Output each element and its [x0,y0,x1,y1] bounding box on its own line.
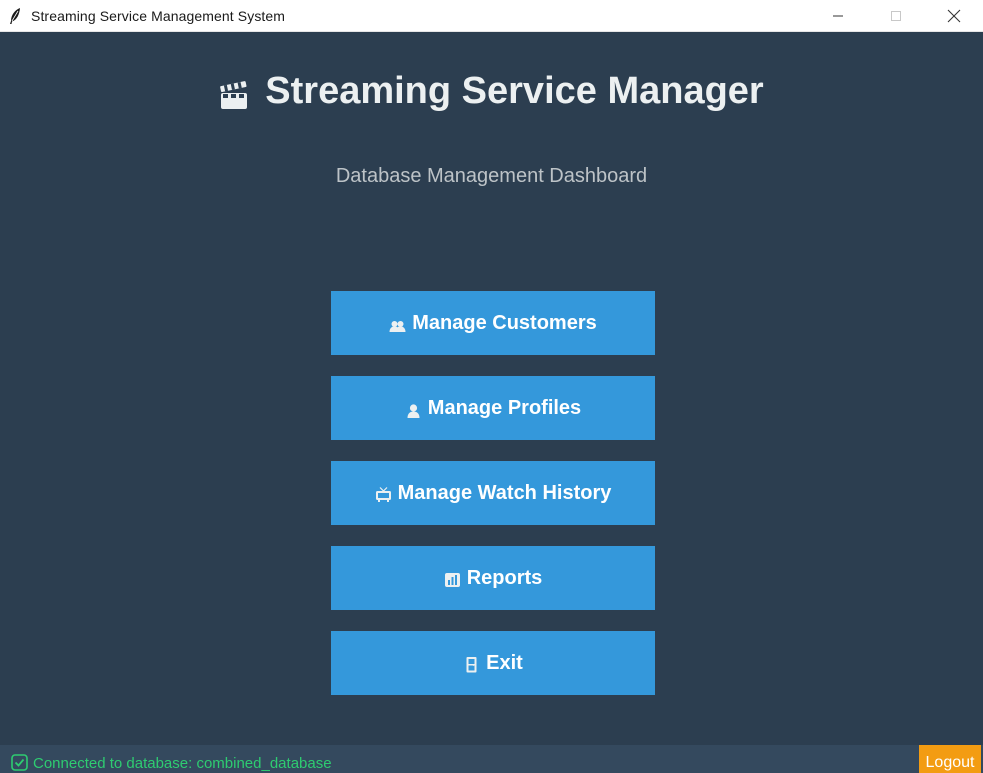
manage-profiles-label: Manage Profiles [427,396,582,419]
clapperboard-icon [220,80,248,109]
door-icon [466,657,477,673]
exit-label: Exit [486,651,523,674]
minimize-button[interactable] [809,0,867,32]
manage-customers-button[interactable]: Manage Customers [331,291,655,355]
main-menu: Manage Customers Manage Profiles Manage … [331,291,655,716]
window-title: Streaming Service Management System [31,7,286,24]
maximize-icon [891,11,901,21]
app-window: Streaming Service Management System Stre… [0,0,983,773]
report-icon [444,573,460,587]
users-icon [389,321,406,332]
manage-profiles-button[interactable]: Manage Profiles [331,376,655,440]
check-box-icon [11,754,28,771]
feather-icon [8,7,22,25]
connection-status: Connected to database: combined_database [33,755,332,772]
status-bar: Connected to database: combined_database… [0,745,983,773]
manage-watch-history-label: Manage Watch History [397,481,612,504]
reports-label: Reports [466,566,543,589]
page-subtitle: Database Management Dashboard [335,165,648,187]
logout-button[interactable]: Logout [919,745,981,773]
page-title: Streaming Service Manager [265,70,764,112]
close-button[interactable] [925,0,983,32]
manage-watch-history-button[interactable]: Manage Watch History [331,461,655,525]
manage-customers-label: Manage Customers [412,311,597,334]
dashboard-header: Streaming Service Manager [0,70,983,113]
close-icon [947,9,961,23]
user-icon [407,404,420,418]
window-controls [809,0,983,32]
maximize-button[interactable] [867,0,925,32]
minimize-icon [833,15,843,17]
exit-button[interactable]: Exit [331,631,655,695]
title-bar: Streaming Service Management System [0,0,983,32]
tv-icon [375,487,391,502]
reports-button[interactable]: Reports [331,546,655,610]
